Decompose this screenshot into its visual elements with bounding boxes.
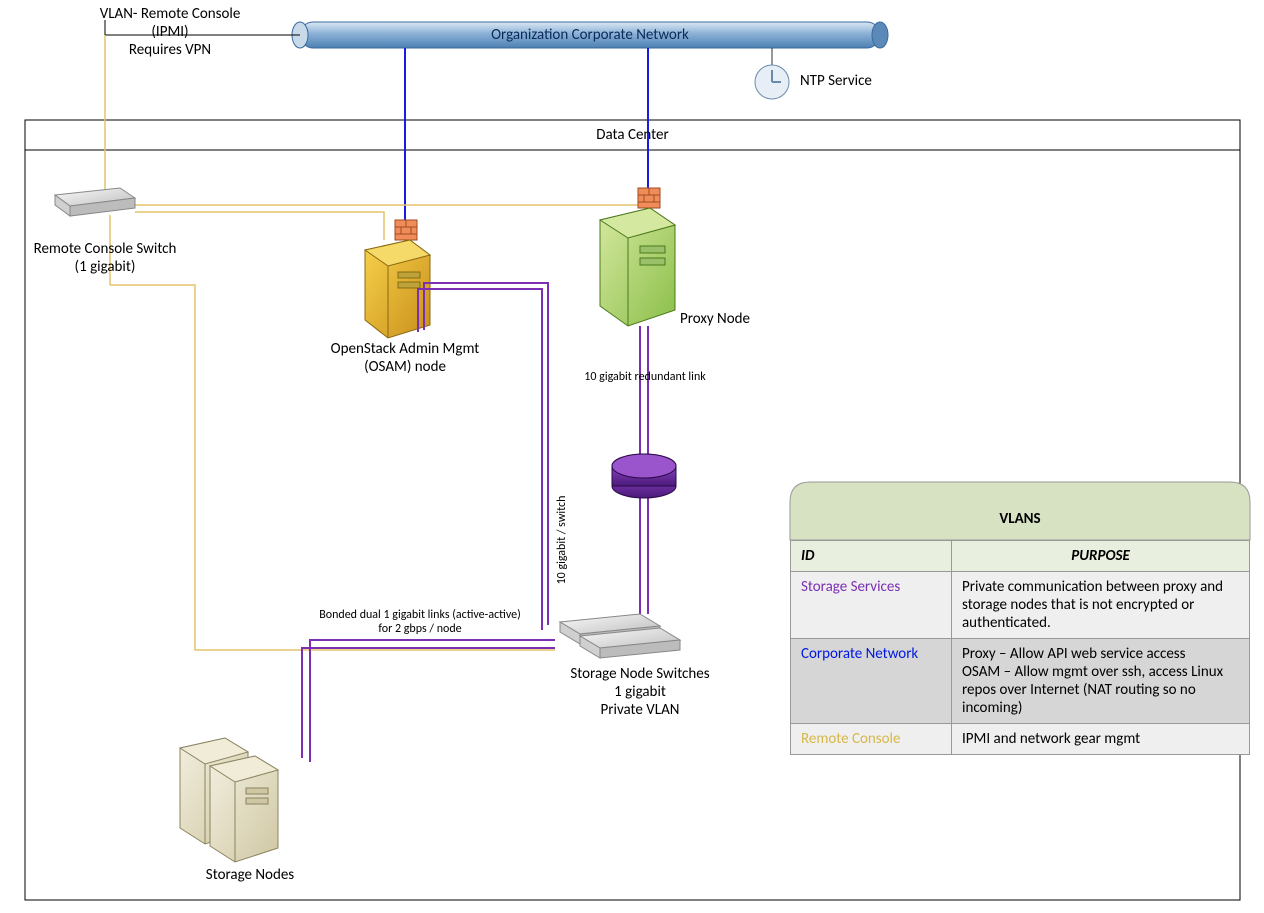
storage-switch-label: Storage Node Switches 1 gigabit Private … <box>540 665 740 719</box>
firewall-icon-proxy <box>638 188 660 208</box>
vlan-remote-label: VLAN- Remote Console (IPMI) Requires VPN <box>80 5 260 59</box>
storage-nodes-icon <box>180 738 278 862</box>
proxy-label: Proxy Node <box>680 310 800 328</box>
vlans-table: ID PURPOSE Storage Services Private comm… <box>790 540 1250 755</box>
corporate-network-label: Organization Corporate Network <box>300 26 880 44</box>
remote-switch-label: Remote Console Switch (1 gigabit) <box>15 240 195 276</box>
storage-node-switches-icon <box>560 614 680 658</box>
per-switch-label: 10 gigabit / switch <box>555 480 569 600</box>
ntp-label: NTP Service <box>800 72 920 90</box>
vlans-title: VLANS <box>790 510 1250 528</box>
osam-label: OpenStack Admin Mgmt (OSAM) node <box>305 340 505 376</box>
network-hub-icon <box>612 454 676 498</box>
table-row: Storage Services Private communication b… <box>791 572 1250 639</box>
redundant-link-label: 10 gigabit redundant link <box>560 370 730 384</box>
ntp-clock-icon <box>755 48 789 99</box>
vlans-id-header: ID <box>791 541 952 572</box>
data-center-label: Data Center <box>25 126 1240 144</box>
bonded-link-label: Bonded dual 1 gigabit links (active-acti… <box>290 608 550 637</box>
table-row: Corporate Network Proxy – Allow API web … <box>791 639 1250 724</box>
remote-console-switch-icon <box>55 188 135 216</box>
storage-nodes-label: Storage Nodes <box>175 866 325 884</box>
vlans-purpose-header: PURPOSE <box>952 541 1250 572</box>
table-row: Remote Console IPMI and network gear mgm… <box>791 724 1250 755</box>
proxy-node-icon <box>600 208 675 326</box>
firewall-icon-osam <box>395 220 417 240</box>
